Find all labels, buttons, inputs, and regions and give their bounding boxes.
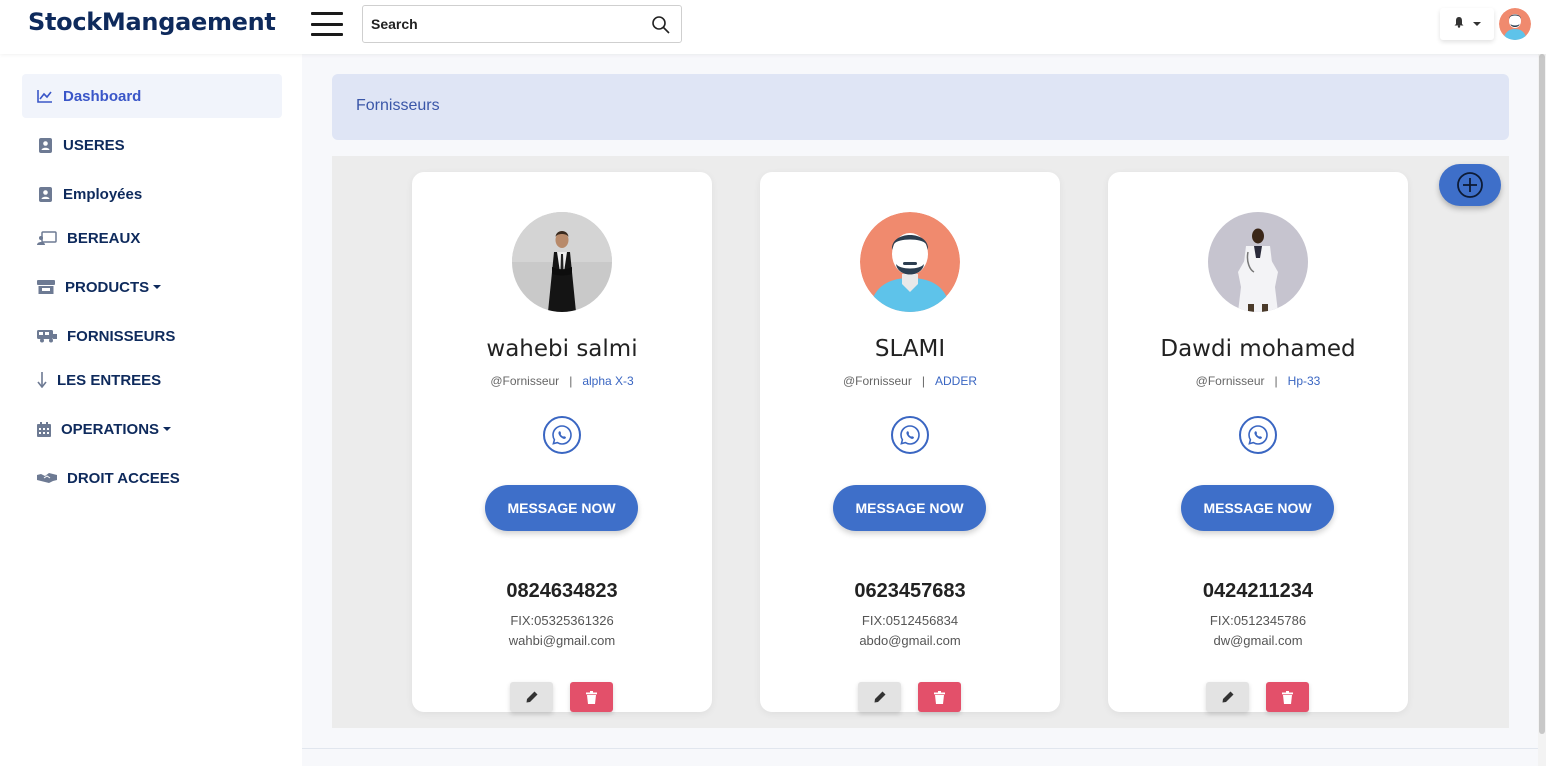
user-badge-icon [36, 185, 54, 203]
supplier-card: wahebi salmi @Fornisseur | alpha X-3 MESSA… [412, 172, 712, 712]
sidebar-item-label: LES ENTREES [57, 371, 162, 389]
add-fornisseur-button[interactable] [1439, 164, 1501, 206]
supplier-code[interactable]: Hp-33 [1288, 374, 1321, 388]
sidebar-item-droit-accees[interactable]: DROIT ACCEES [22, 456, 282, 500]
supplier-fix: FIX:0512345786 [1209, 613, 1307, 628]
user-avatar[interactable] [1499, 8, 1531, 40]
whatsapp-icon[interactable] [1239, 416, 1277, 454]
sidebar-item-label: OPERATIONS [61, 420, 160, 438]
sidebar-item-label: FORNISSEURS [67, 327, 176, 345]
supplier-code[interactable]: alpha X-3 [582, 374, 633, 388]
page-header: Fornisseurs [332, 74, 1509, 140]
delete-button[interactable] [1266, 682, 1309, 712]
search-input[interactable] [371, 12, 641, 36]
supplier-card: Dawdi mohamed @Fornisseur | Hp-33 MESSAGE … [1108, 172, 1408, 712]
message-now-button[interactable]: MESSAGE NOW [485, 485, 638, 531]
footer-divider [302, 748, 1538, 749]
pencil-icon [1222, 691, 1233, 703]
menu-toggle-icon[interactable] [311, 12, 343, 36]
handshake-icon [36, 469, 58, 487]
supplier-fix: FIX:05325361326 [510, 613, 614, 628]
whatsapp-icon[interactable] [891, 416, 929, 454]
user-badge-icon [36, 136, 54, 154]
sidebar: Dashboard USERES Employées BEREAUX PRODU… [0, 54, 302, 766]
sidebar-item-label: Dashboard [63, 87, 142, 105]
supplier-photo [1208, 212, 1308, 312]
supplier-phone: 0424211234 [1202, 580, 1314, 602]
page-title: Fornisseurs [356, 97, 440, 114]
supplier-role: @Fornisseur [490, 374, 560, 388]
sidebar-item-operations[interactable]: OPERATIONS [22, 407, 282, 451]
supplier-subtitle: @Fornisseur | alpha X-3 [490, 374, 634, 388]
whatsapp-icon[interactable] [543, 416, 581, 454]
supplier-code[interactable]: ADDER [935, 374, 977, 388]
chevron-down-icon [163, 427, 172, 431]
edit-button[interactable] [510, 682, 553, 712]
sidebar-item-label: USERES [63, 136, 125, 154]
pencil-icon [526, 691, 537, 703]
calendar-icon [36, 420, 52, 438]
trash-icon [1282, 690, 1293, 704]
chart-line-icon [36, 87, 54, 105]
supplier-phone: 0824634823 [506, 580, 618, 602]
sidebar-item-label: PRODUCTS [65, 278, 150, 296]
scrollbar-thumb[interactable] [1539, 54, 1545, 734]
supplier-role: @Fornisseur [842, 374, 912, 388]
sidebar-item-useres[interactable]: USERES [22, 123, 282, 167]
supplier-name: SLAMI [874, 336, 946, 362]
supplier-email: dw@gmail.com [1213, 633, 1303, 648]
desk-icon [36, 229, 58, 247]
supplier-email: abdo@gmail.com [859, 633, 961, 648]
app-brand[interactable]: StockMangaement [28, 8, 276, 36]
message-now-button[interactable]: MESSAGE NOW [833, 485, 986, 531]
sidebar-item-bereaux[interactable]: BEREAUX [22, 216, 282, 260]
main-content: Fornisseurs wahebi salmi @Fornisseur | alp… [302, 54, 1538, 766]
supplier-card: SLAMI @Fornisseur | ADDER MESSAGE NOW 0623… [760, 172, 1060, 712]
edit-button[interactable] [1206, 682, 1249, 712]
chevron-down-icon [1473, 22, 1481, 26]
trash-icon [934, 690, 945, 704]
edit-button[interactable] [858, 682, 901, 712]
delete-button[interactable] [570, 682, 613, 712]
sidebar-item-label: DROIT ACCEES [67, 469, 180, 487]
supplier-email: wahbi@gmail.com [508, 633, 616, 648]
supplier-photo [860, 212, 960, 312]
supplier-subtitle: @Fornisseur | ADDER [842, 374, 977, 388]
delete-button[interactable] [918, 682, 961, 712]
supplier-name: Dawdi mohamed [1160, 336, 1356, 362]
arrow-down-icon [36, 371, 48, 389]
sidebar-item-dashboard[interactable]: Dashboard [22, 74, 282, 118]
search-icon[interactable] [651, 15, 671, 35]
supplier-role: @Fornisseur [1195, 374, 1265, 388]
message-now-button[interactable]: MESSAGE NOW [1181, 485, 1334, 531]
search-box [362, 5, 682, 43]
sidebar-item-label: Employées [63, 185, 143, 203]
supplier-photo [512, 212, 612, 312]
chevron-down-icon [153, 285, 162, 289]
truck-icon [36, 327, 58, 345]
store-icon [36, 278, 56, 296]
bell-icon [1453, 15, 1465, 33]
page-scrollbar[interactable] [1538, 54, 1546, 766]
supplier-fix: FIX:0512456834 [861, 613, 959, 628]
notifications-button[interactable] [1440, 8, 1494, 40]
top-bar: StockMangaement [0, 0, 1546, 54]
supplier-phone: 0623457683 [854, 580, 966, 602]
pencil-icon [874, 691, 885, 703]
supplier-subtitle: @Fornisseur | Hp-33 [1195, 374, 1321, 388]
plus-circle-icon [1457, 172, 1483, 198]
sidebar-item-label: BEREAUX [67, 229, 141, 247]
trash-icon [586, 690, 597, 704]
sidebar-item-les-entrees[interactable]: LES ENTREES [22, 358, 282, 402]
sidebar-item-products[interactable]: PRODUCTS [22, 265, 282, 309]
sidebar-item-fornisseurs[interactable]: FORNISSEURS [22, 314, 282, 358]
supplier-name: wahebi salmi [486, 336, 638, 362]
sidebar-item-employees[interactable]: Employées [22, 172, 282, 216]
